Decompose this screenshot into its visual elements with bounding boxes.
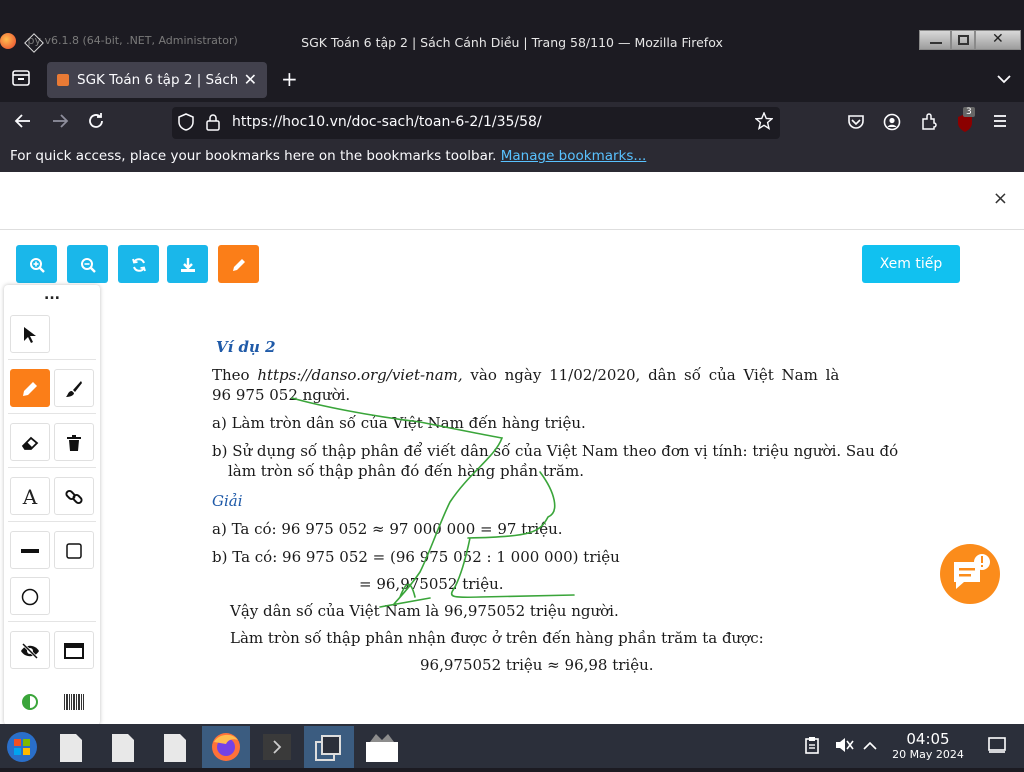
ublock-icon[interactable]: 3 <box>956 107 975 138</box>
document-icon <box>112 734 134 762</box>
shield-icon[interactable] <box>178 113 194 136</box>
chat-icon <box>954 554 990 589</box>
forward-button[interactable] <box>51 112 69 135</box>
nav-bar: https://hoc10.vn/doc-sach/toan-6-2/1/35/… <box>0 102 1024 144</box>
reload-button[interactable] <box>87 112 105 135</box>
account-icon[interactable] <box>883 113 901 136</box>
clipboard-tray-icon[interactable] <box>804 736 820 759</box>
maximize-icon <box>958 35 969 45</box>
manage-bookmarks-link[interactable]: Manage bookmarks... <box>501 148 647 164</box>
tab-active[interactable]: SGK Toán 6 tập 2 | Sách Cánh ✕ <box>47 62 267 98</box>
top-strip <box>0 0 1024 28</box>
taskbar-firefox[interactable] <box>202 726 250 768</box>
clock-time: 04:05 <box>906 730 950 748</box>
lock-icon[interactable] <box>206 113 220 136</box>
volume-muted-icon[interactable] <box>834 736 854 759</box>
extensions-icon[interactable] <box>920 113 938 136</box>
tab-close-icon[interactable]: ✕ <box>244 70 257 89</box>
url-text[interactable]: https://hoc10.vn/doc-sach/toan-6-2/1/35/… <box>232 114 542 130</box>
tab-label: SGK Toán 6 tập 2 | Sách Cánh <box>77 72 237 88</box>
windows-orb-icon <box>7 732 37 762</box>
ublock-badge: 3 <box>963 107 975 117</box>
new-tab-button[interactable]: + <box>281 67 298 91</box>
bookmarks-hint: For quick access, place your bookmarks h… <box>10 148 497 164</box>
firefox-icon <box>212 733 240 761</box>
pen-stroke <box>291 397 575 608</box>
back-button[interactable] <box>14 112 32 135</box>
tab-overview-icon[interactable] <box>12 70 30 90</box>
close-icon: ✕ <box>992 31 1004 47</box>
freehand-drawing <box>291 397 575 608</box>
window-titlebar: py v6.1.8 (64-bit, .NET, Administrator) … <box>0 28 1024 58</box>
tab-bar: SGK Toán 6 tập 2 | Sách Cánh ✕ + <box>0 58 1024 102</box>
document-icon <box>60 734 82 762</box>
menu-hamburger-icon[interactable] <box>992 113 1008 134</box>
windows-stack-icon <box>315 735 341 761</box>
document-icon <box>164 734 186 762</box>
terminal-icon <box>263 734 291 760</box>
page-content: × Xem tiếp ... A Ví dụ 2 Theo https://da… <box>0 172 1024 725</box>
start-button[interactable] <box>0 726 46 768</box>
pocket-icon[interactable] <box>847 114 865 135</box>
taskbar-file-3[interactable] <box>152 726 198 768</box>
chat-support-button[interactable] <box>940 544 1000 604</box>
taskbar-image-viewer[interactable] <box>358 726 404 768</box>
image-viewer-icon <box>366 734 398 762</box>
tray-expand-chevron-icon[interactable] <box>862 737 878 757</box>
close-window-button[interactable]: ✕ <box>975 30 1021 50</box>
list-tabs-chevron-icon[interactable] <box>996 70 1012 90</box>
system-clock[interactable]: 04:05 20 May 2024 <box>888 730 968 761</box>
taskbar-terminal[interactable] <box>254 726 300 768</box>
bookmark-star-icon[interactable] <box>754 111 774 135</box>
taskbar: 04:05 20 May 2024 <box>0 724 1024 768</box>
show-desktop-icon[interactable] <box>988 736 1006 759</box>
taskbar-file-2[interactable] <box>100 726 146 768</box>
taskbar-app-window[interactable] <box>304 726 354 768</box>
taskbar-file-1[interactable] <box>48 726 94 768</box>
window-title: SGK Toán 6 tập 2 | Sách Cánh Diều | Tran… <box>301 35 723 50</box>
url-bar[interactable]: https://hoc10.vn/doc-sach/toan-6-2/1/35/… <box>172 107 780 139</box>
maximize-button[interactable] <box>951 30 975 50</box>
minimize-icon <box>930 42 942 44</box>
site-favicon-icon <box>57 74 69 86</box>
clock-date: 20 May 2024 <box>892 748 964 761</box>
minimize-button[interactable] <box>919 30 951 50</box>
bookmarks-toolbar: For quick access, place your bookmarks h… <box>0 144 1024 172</box>
